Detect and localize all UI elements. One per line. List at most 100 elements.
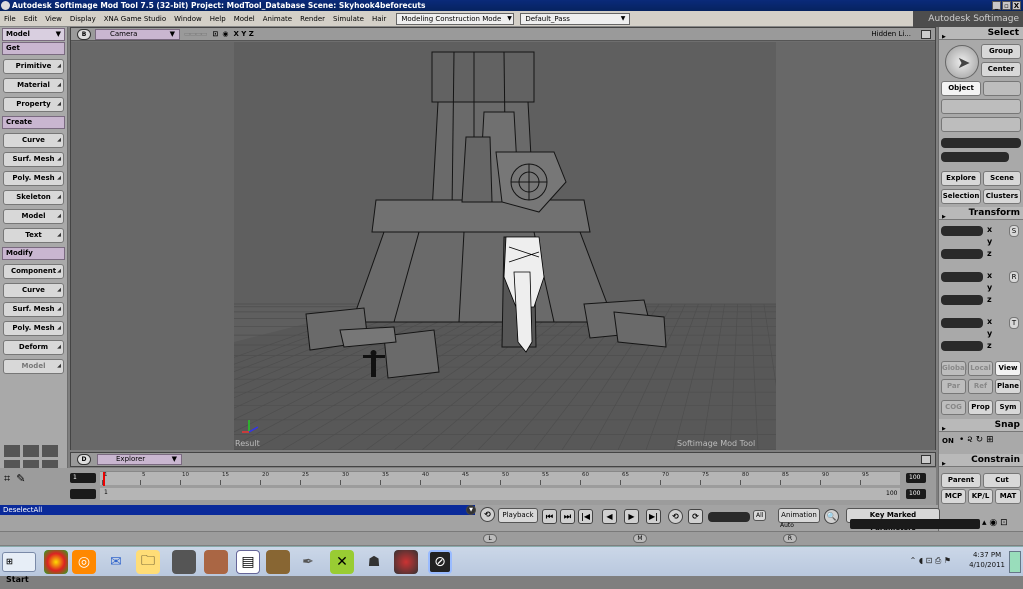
camera-menu[interactable]: Camera ▼ bbox=[95, 28, 180, 40]
group-button[interactable]: Group bbox=[981, 44, 1021, 59]
center-button[interactable]: Center bbox=[981, 62, 1021, 77]
modify-curve-button[interactable]: Curve bbox=[3, 283, 64, 298]
key-search-icon[interactable]: 🔍 bbox=[824, 509, 839, 524]
last-frame-button[interactable]: ⏭ bbox=[560, 509, 575, 524]
outlook-icon[interactable]: ◎ bbox=[72, 550, 96, 574]
axis-y-label[interactable]: y bbox=[987, 237, 992, 246]
explorer-menu[interactable]: Explorer ▼ bbox=[97, 454, 182, 465]
layout-icon[interactable] bbox=[23, 445, 39, 457]
realtime-button[interactable]: ⟳ bbox=[688, 509, 703, 524]
layout-icon[interactable] bbox=[42, 445, 58, 457]
play-forward-button[interactable]: ▶ bbox=[624, 509, 639, 524]
maximize-viewport-icon[interactable] bbox=[921, 29, 931, 39]
menu-file[interactable]: File bbox=[0, 15, 20, 23]
rotate-z-field[interactable] bbox=[941, 295, 983, 305]
explorer-letter[interactable]: D bbox=[77, 454, 91, 465]
plane-button[interactable]: Plane bbox=[995, 379, 1021, 394]
axis-y-label[interactable]: y bbox=[987, 329, 992, 338]
component-blank-button[interactable] bbox=[941, 99, 1021, 114]
construction-mode-dropdown[interactable]: Modeling Construction Mode ▼ bbox=[396, 12, 515, 25]
par-button[interactable]: Par bbox=[941, 379, 966, 394]
messenger-icon[interactable]: ✉ bbox=[104, 550, 128, 574]
scene-button[interactable]: Scene bbox=[983, 171, 1021, 186]
clusters-button[interactable]: Clusters bbox=[983, 189, 1021, 204]
menu-view[interactable]: View bbox=[41, 15, 66, 23]
get-primitive-button[interactable]: Primitive bbox=[3, 59, 64, 74]
app2-icon[interactable] bbox=[266, 550, 290, 574]
app3-icon[interactable] bbox=[394, 550, 418, 574]
translate-x-field[interactable] bbox=[941, 318, 983, 328]
create-text-button[interactable]: Text bbox=[3, 228, 64, 243]
loop-icon[interactable]: ⟲ bbox=[480, 507, 495, 522]
timeline-start-field[interactable]: 1 bbox=[70, 473, 96, 483]
viewport-letter[interactable]: B bbox=[77, 28, 91, 40]
menu-simulate[interactable]: Simulate bbox=[329, 15, 368, 23]
select-arrow-button[interactable]: ➤ bbox=[945, 45, 979, 79]
kpl-button[interactable]: KP/L bbox=[968, 489, 993, 504]
close-button[interactable]: X bbox=[1012, 1, 1021, 10]
auto-key-label[interactable]: Auto bbox=[780, 522, 794, 529]
selection-button[interactable]: Selection bbox=[941, 189, 981, 204]
create-model-button[interactable]: Model bbox=[3, 209, 64, 224]
loop-play-button[interactable]: ⟲ bbox=[668, 509, 683, 524]
snap-grid-icon[interactable]: ⊞ bbox=[986, 435, 994, 445]
rotate-button[interactable]: R bbox=[1009, 271, 1019, 283]
modify-surf-mesh-button[interactable]: Surf. Mesh bbox=[3, 302, 64, 317]
ref-button[interactable]: Ref bbox=[968, 379, 993, 394]
selection-field[interactable] bbox=[941, 138, 1021, 148]
frame-field[interactable] bbox=[708, 512, 750, 522]
select-header[interactable]: ▶ Select bbox=[939, 27, 1023, 40]
status-field[interactable] bbox=[850, 519, 980, 529]
prop-button[interactable]: Prop bbox=[968, 400, 993, 415]
paint-icon[interactable]: ✒ bbox=[296, 550, 320, 574]
axis-x-label[interactable]: x bbox=[987, 225, 992, 234]
snap-on-toggle[interactable]: ON bbox=[942, 437, 954, 445]
xbox-icon[interactable]: ✕ bbox=[330, 550, 354, 574]
rotate-x-field[interactable] bbox=[941, 272, 983, 282]
modify-model-button[interactable]: Model bbox=[3, 359, 64, 374]
eye-icon[interactable]: ◉ bbox=[222, 30, 228, 38]
system-clock[interactable]: 4:37 PM 4/10/2011 bbox=[969, 550, 1005, 570]
get-property-button[interactable]: Property bbox=[3, 97, 64, 112]
range-end-field[interactable]: 100 bbox=[906, 489, 926, 499]
pass-dropdown[interactable]: Default_Pass ▼ bbox=[520, 12, 631, 25]
transform-header[interactable]: ▶ Transform bbox=[939, 207, 1023, 220]
first-frame-button[interactable]: ⏮ bbox=[542, 509, 557, 524]
cog-button[interactable]: COG bbox=[941, 400, 966, 415]
range-slider[interactable] bbox=[100, 488, 900, 500]
menu-help[interactable]: Help bbox=[206, 15, 230, 23]
hidden-lines-menu[interactable]: Hidden Li... bbox=[871, 30, 911, 38]
keyframe-tool-icon[interactable]: ⌗ bbox=[4, 472, 10, 486]
lock-icon[interactable]: ▴ ◉ ⊡ bbox=[982, 518, 1008, 528]
menu-edit[interactable]: Edit bbox=[20, 15, 42, 23]
component-blank-button[interactable] bbox=[983, 81, 1021, 96]
mode-selector[interactable]: Model ▼ bbox=[2, 28, 65, 41]
animation-menu-button[interactable]: Animation bbox=[778, 508, 820, 523]
layout-icon[interactable] bbox=[4, 445, 20, 457]
snap-rotate-icon[interactable]: ↻ bbox=[976, 435, 984, 445]
command-dropdown-icon[interactable]: ▼ bbox=[466, 505, 476, 515]
global-button[interactable]: Global bbox=[941, 361, 967, 376]
create-skeleton-button[interactable]: Skeleton bbox=[3, 190, 64, 205]
object-button[interactable]: Object bbox=[941, 81, 981, 96]
view-button[interactable]: View bbox=[995, 361, 1021, 376]
scale-x-field[interactable] bbox=[941, 226, 983, 236]
show-desktop-button[interactable] bbox=[1009, 551, 1021, 573]
current-frame-field[interactable] bbox=[70, 489, 96, 499]
mcp-button[interactable]: MCP bbox=[941, 489, 966, 504]
command-line[interactable]: DeselectAll bbox=[0, 505, 475, 515]
translate-z-field[interactable] bbox=[941, 341, 983, 351]
scale-z-field[interactable] bbox=[941, 249, 983, 259]
translate-button[interactable]: T bbox=[1009, 317, 1019, 329]
minimize-button[interactable]: _ bbox=[992, 1, 1001, 10]
3d-viewport[interactable] bbox=[234, 42, 776, 450]
menu-hair[interactable]: Hair bbox=[368, 15, 390, 23]
menu-display[interactable]: Display bbox=[66, 15, 100, 23]
system-tray[interactable]: ⌃ ◖ ⊡ ⎙ ⚑ bbox=[910, 556, 951, 566]
sym-button[interactable]: Sym bbox=[995, 400, 1021, 415]
constrain-header[interactable]: ▶ Constrain bbox=[939, 454, 1023, 467]
snap-point-icon[interactable]: • bbox=[959, 435, 964, 445]
parent-button[interactable]: Parent bbox=[941, 473, 981, 488]
snap-curve-icon[interactable]: ૨ bbox=[967, 435, 972, 445]
create-poly-mesh-button[interactable]: Poly. Mesh bbox=[3, 171, 64, 186]
